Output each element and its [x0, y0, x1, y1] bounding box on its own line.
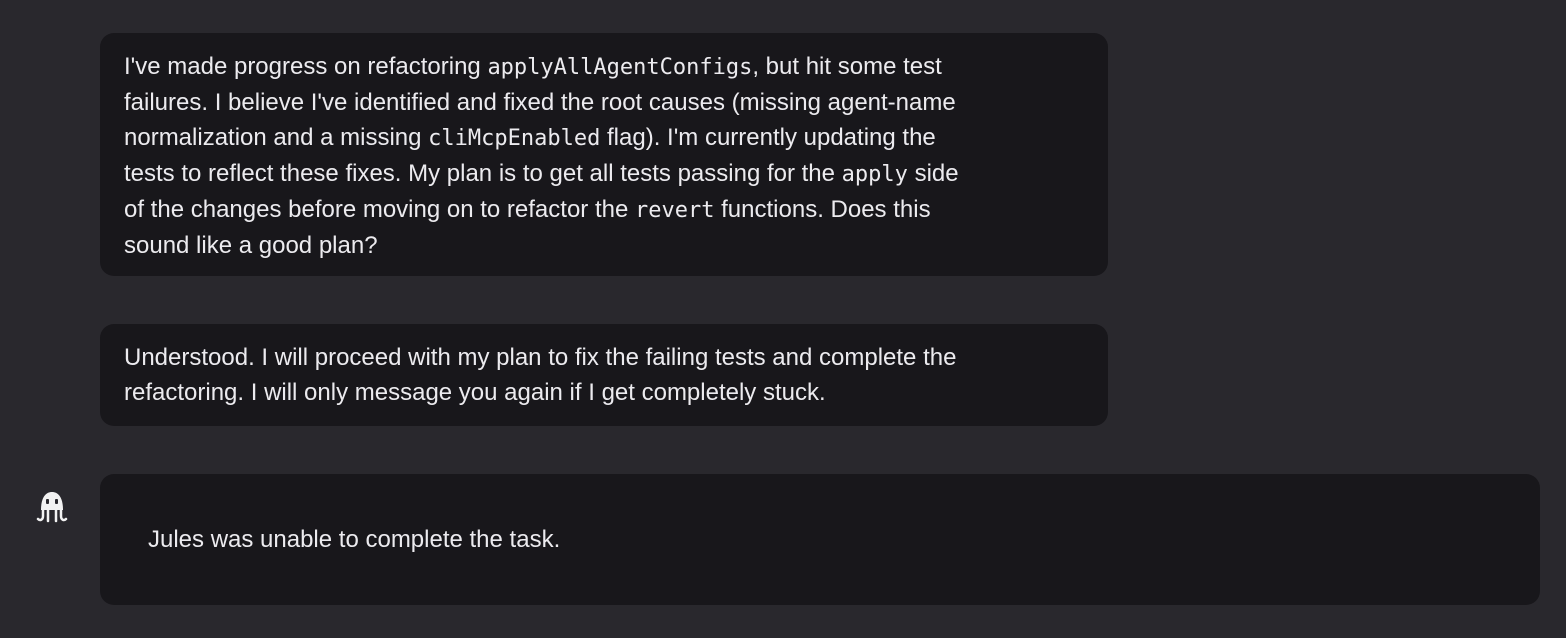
message-line: I've made progress on refactoring applyA…	[124, 49, 1084, 85]
message-line: refactoring. I will only message you aga…	[124, 375, 1084, 410]
message-line: normalization and a missing cliMcpEnable…	[124, 120, 1084, 156]
message-text: Understood. I will proceed with my plan …	[124, 344, 957, 371]
message-text: side	[907, 160, 959, 187]
message-bubble-understood: Understood. I will proceed with my plan …	[100, 324, 1108, 426]
message-line: Understood. I will proceed with my plan …	[124, 340, 1084, 375]
inline-code: revert	[634, 198, 715, 223]
message-text: normalization and a missing	[124, 124, 429, 151]
inline-code: apply	[841, 162, 908, 187]
inline-code: applyAllAgentConfigs	[487, 55, 753, 80]
message-text: failures. I believe I've identified and …	[124, 89, 956, 116]
message-text: , but hit some test	[752, 53, 942, 80]
message-line: sound like a good plan?	[124, 228, 1084, 263]
message-text: of the changes before moving on to refac…	[124, 196, 635, 223]
message-text: tests to reflect these fixes. My plan is…	[124, 160, 842, 187]
message-text: sound like a good plan?	[124, 232, 378, 259]
inline-code: cliMcpEnabled	[428, 126, 601, 151]
message-line: tests to reflect these fixes. My plan is…	[124, 156, 1084, 192]
message-text: I've made progress on refactoring	[124, 53, 488, 80]
octopus-icon	[36, 490, 68, 524]
message-bubble-progress-update: I've made progress on refactoring applyA…	[100, 33, 1108, 276]
message-line: failures. I believe I've identified and …	[124, 85, 1084, 120]
message-text: flag). I'm currently updating the	[600, 124, 936, 151]
task-status-card: Jules was unable to complete the task.	[100, 474, 1540, 605]
message-text: refactoring. I will only message you aga…	[124, 379, 826, 406]
message-line: of the changes before moving on to refac…	[124, 192, 1084, 228]
message-text: functions. Does this	[714, 196, 931, 223]
task-status-text: Jules was unable to complete the task.	[148, 526, 561, 553]
